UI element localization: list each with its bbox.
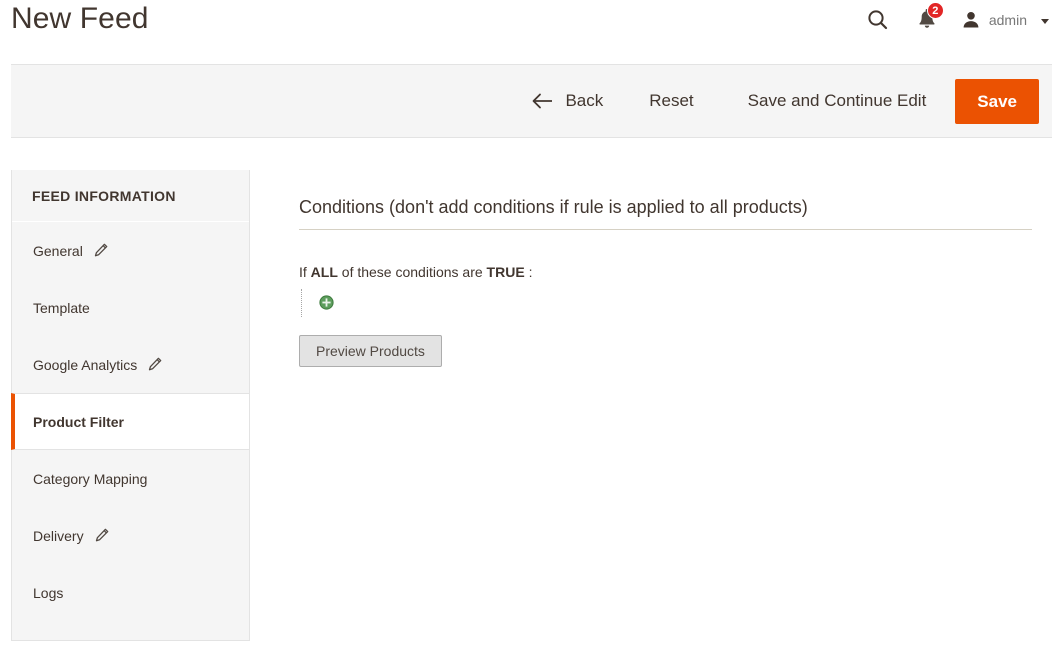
pencil-icon — [147, 357, 162, 372]
sidebar-item-product-filter[interactable]: Product Filter — [11, 393, 249, 450]
back-button[interactable]: Back — [532, 91, 603, 111]
conditions-aggregator-line: If ALL of these conditions are TRUE : — [299, 264, 1039, 280]
conditions-truth-value[interactable]: TRUE — [487, 264, 525, 280]
conditions-builder — [299, 289, 1039, 319]
sidebar-item-label: General — [33, 242, 83, 259]
back-button-label: Back — [565, 91, 604, 110]
admin-page: New Feed 2 admin Back Reset Save and Con… — [0, 0, 1063, 651]
save-and-continue-edit-button[interactable]: Save and Continue Edit — [748, 91, 927, 111]
sidebar-item-label: Logs — [33, 584, 64, 601]
sidebar-item-template[interactable]: Template — [12, 279, 249, 336]
sidebar-item-label: Category Mapping — [33, 470, 148, 487]
conditions-aggregator-value[interactable]: ALL — [311, 264, 338, 280]
conditions-suffix: : — [528, 264, 533, 280]
pencil-icon — [94, 528, 109, 543]
page-actions-toolbar: Back Reset Save and Continue Edit Save — [11, 64, 1052, 138]
arrow-left-icon — [532, 93, 554, 109]
sidebar-item-label: Google Analytics — [33, 356, 138, 373]
chevron-down-icon — [1041, 18, 1049, 24]
sidebar-item-general[interactable]: General — [12, 222, 249, 279]
notification-count-badge: 2 — [926, 2, 944, 19]
header-actions: 2 admin — [855, 0, 1049, 40]
user-name-label: admin — [988, 12, 1027, 28]
save-button[interactable]: Save — [955, 78, 1039, 124]
conditions-section-title: Conditions (don't add conditions if rule… — [299, 170, 1032, 230]
condition-rail — [301, 289, 302, 317]
sidebar-item-delivery[interactable]: Delivery — [12, 507, 249, 564]
sidebar-item-google-analytics[interactable]: Google Analytics — [12, 336, 249, 393]
sidebar-item-logs[interactable]: Logs — [12, 564, 249, 621]
feed-information-sidebar: FEED INFORMATION General Template Google… — [11, 170, 250, 641]
sidebar-item-category-mapping[interactable]: Category Mapping — [12, 450, 249, 507]
page-header: New Feed 2 admin — [0, 0, 1063, 46]
conditions-middle-text: of these conditions are — [341, 264, 483, 280]
search-button[interactable] — [855, 3, 901, 37]
search-icon — [866, 8, 890, 32]
sidebar-heading: FEED INFORMATION — [12, 170, 249, 222]
conditions-prefix: If — [299, 264, 307, 280]
pencil-icon — [93, 243, 108, 258]
sidebar-item-label: Template — [33, 299, 90, 316]
user-menu-button[interactable]: admin — [953, 3, 1049, 37]
main-content: Conditions (don't add conditions if rule… — [299, 170, 1039, 367]
sidebar-item-label: Delivery — [33, 527, 84, 544]
notifications-button[interactable]: 2 — [901, 2, 953, 37]
add-condition-icon[interactable] — [319, 295, 334, 310]
preview-products-button[interactable]: Preview Products — [299, 335, 442, 367]
reset-button[interactable]: Reset — [649, 91, 693, 111]
sidebar-item-label: Product Filter — [33, 413, 125, 430]
page-title: New Feed — [11, 2, 149, 35]
user-avatar-icon — [961, 10, 981, 30]
